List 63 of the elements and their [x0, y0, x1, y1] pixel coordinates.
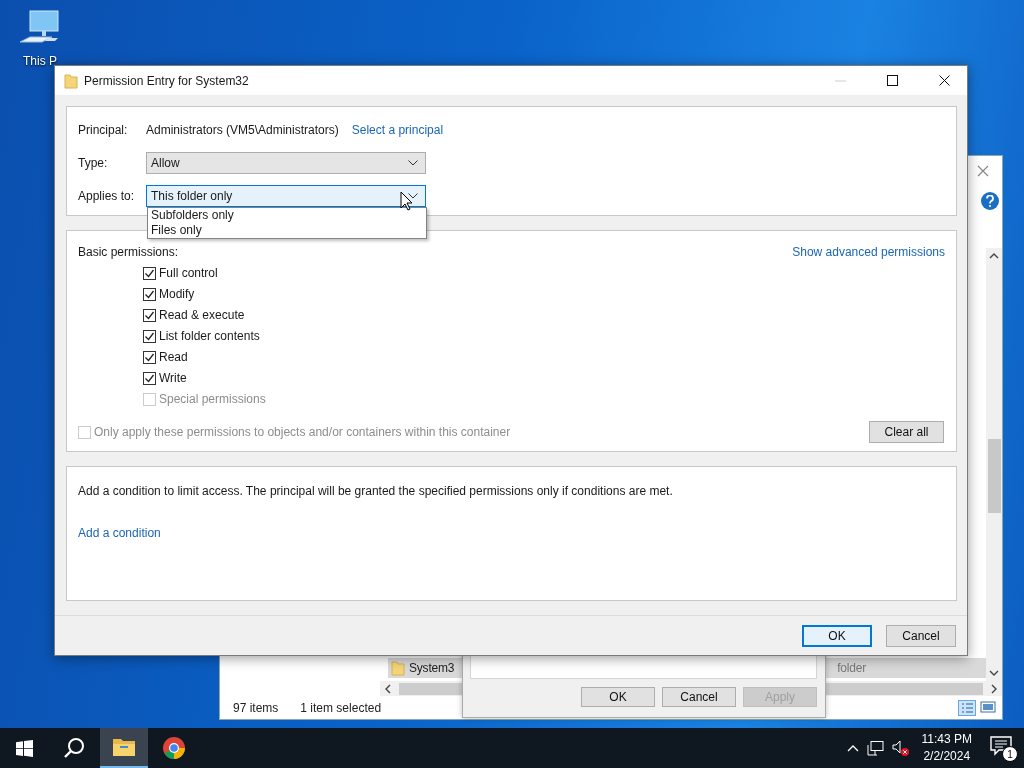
start-icon: [15, 739, 33, 757]
dropdown-option[interactable]: Files only: [148, 223, 426, 238]
search-icon: [63, 737, 85, 759]
type-dropdown[interactable]: Allow: [146, 152, 426, 174]
scroll-left-icon[interactable]: [384, 683, 391, 694]
condition-description: Add a condition to limit access. The principal will be granted the specified permissions only if conditions are met.: [78, 484, 674, 498]
folder-icon: [64, 72, 78, 89]
browser-icon: [162, 736, 186, 760]
principal-name: Administrators (VM5\Administrators): [146, 123, 339, 137]
window-title: Permission Entry for System32: [84, 73, 250, 88]
field-label: Type:: [78, 156, 109, 170]
checkbox-label[interactable]: Full control: [159, 266, 218, 280]
checkbox[interactable]: [143, 350, 156, 364]
checkbox-label[interactable]: Modify: [159, 287, 195, 301]
selection-count: 1 item selected: [300, 700, 382, 715]
checkbox-label[interactable]: List folder contents: [159, 329, 260, 343]
checkbox-label[interactable]: Write: [159, 371, 187, 385]
field-label: Applies to:: [78, 189, 136, 203]
chevron-down-icon: [408, 160, 418, 166]
section-label: Basic permissions:: [78, 245, 179, 259]
dialog-button[interactable]: OK: [581, 687, 655, 707]
checkbox[interactable]: [143, 329, 156, 343]
file-type: folder: [837, 661, 866, 675]
checkbox-label[interactable]: Read & execute: [159, 308, 245, 322]
checkbox-label[interactable]: Read: [159, 350, 188, 364]
checkbox[interactable]: [143, 287, 156, 301]
large-icons-view-icon[interactable]: [980, 699, 996, 714]
folder-button[interactable]: [100, 728, 148, 768]
chevron-down-icon: [408, 193, 418, 199]
checkbox[interactable]: [143, 371, 156, 385]
scroll-down-icon[interactable]: [989, 670, 999, 677]
add-condition-link[interactable]: Add a condition: [78, 526, 161, 540]
maximize-icon: [886, 75, 898, 86]
folder-icon: [391, 660, 405, 676]
clock-time[interactable]: 11:43 PM: [921, 731, 972, 748]
scroll-up-icon[interactable]: [989, 252, 999, 259]
input-field[interactable]: [470, 655, 817, 679]
details-view-icon[interactable]: [958, 699, 976, 716]
item-count: 97 items: [233, 700, 279, 715]
help-icon[interactable]: [981, 192, 999, 210]
close-icon: [977, 165, 989, 177]
chevron-up-icon[interactable]: [846, 744, 859, 752]
show-advanced-link[interactable]: Show advanced permissions: [792, 245, 945, 259]
network-icon[interactable]: [866, 740, 884, 756]
field-label: Principal:: [78, 123, 129, 137]
scrollbar-thumb[interactable]: [987, 439, 1001, 513]
close-icon: [938, 75, 950, 86]
checkbox[interactable]: [143, 308, 156, 322]
scroll-right-icon[interactable]: [991, 683, 998, 694]
checkbox[interactable]: [143, 266, 156, 280]
dialog-button[interactable]: Cancel: [662, 687, 736, 707]
notification-icon[interactable]: [990, 736, 1012, 756]
select-principal-link[interactable]: Select a principal: [351, 123, 444, 137]
dialog-button[interactable]: OK: [802, 624, 872, 647]
clock-date[interactable]: 2/2/2024: [923, 748, 971, 765]
notification-count: 1: [1002, 746, 1018, 762]
folder-icon: [112, 737, 136, 757]
clear-all-button[interactable]: Clear all: [869, 421, 944, 443]
desktop-icon-label[interactable]: This P: [23, 54, 57, 68]
dropdown-option[interactable]: Subfolders only: [148, 208, 426, 223]
volume-muted-icon[interactable]: [891, 740, 910, 756]
file-name[interactable]: System3: [409, 661, 455, 675]
dialog-button[interactable]: Cancel: [886, 624, 956, 647]
